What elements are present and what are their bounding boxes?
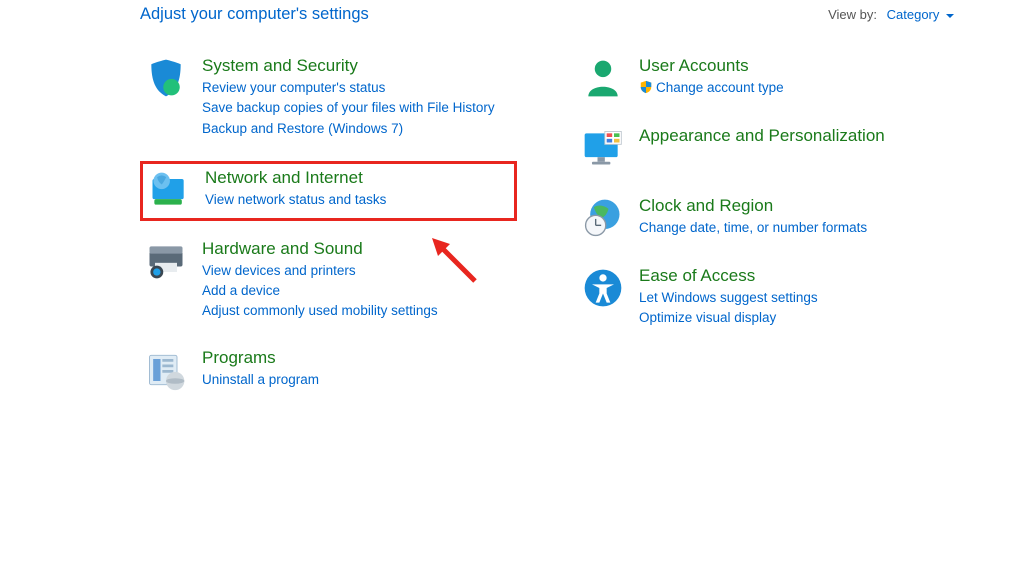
chevron-down-icon — [946, 14, 954, 18]
uac-shield-icon — [639, 80, 653, 94]
category-title[interactable]: Ease of Access — [639, 266, 818, 286]
category-network-internet: Network and Internet View network status… — [140, 161, 517, 221]
category-link[interactable]: Let Windows suggest settings — [639, 288, 818, 308]
network-icon — [147, 168, 191, 212]
category-link[interactable]: View network status and tasks — [205, 190, 386, 210]
viewby-label: View by: — [828, 7, 877, 22]
category-link[interactable]: Save backup copies of your files with Fi… — [202, 98, 495, 118]
printer-icon — [144, 239, 188, 283]
category-link[interactable]: Review your computer's status — [202, 78, 495, 98]
user-icon — [581, 56, 625, 100]
programs-icon — [144, 348, 188, 392]
category-link[interactable]: Backup and Restore (Windows 7) — [202, 119, 495, 139]
category-link[interactable]: View devices and printers — [202, 261, 438, 281]
category-link[interactable]: Optimize visual display — [639, 308, 818, 328]
category-link[interactable]: Add a device — [202, 281, 438, 301]
category-title[interactable]: Hardware and Sound — [202, 239, 438, 259]
viewby-control[interactable]: View by: Category — [828, 7, 954, 22]
category-link[interactable]: Change date, time, or number formats — [639, 218, 867, 238]
category-title[interactable]: Appearance and Personalization — [639, 126, 885, 146]
category-title[interactable]: User Accounts — [639, 56, 784, 76]
category-link[interactable]: Adjust commonly used mobility settings — [202, 301, 438, 321]
category-title[interactable]: Clock and Region — [639, 196, 867, 216]
category-appearance: Appearance and Personalization — [577, 122, 954, 174]
category-programs: Programs Uninstall a program — [140, 344, 517, 396]
accessibility-icon — [581, 266, 625, 310]
category-user-accounts: User Accounts Change account type — [577, 52, 954, 104]
monitor-icon — [581, 126, 625, 170]
link-text: Change account type — [656, 80, 784, 95]
globe-clock-icon — [581, 196, 625, 240]
viewby-value[interactable]: Category — [887, 7, 940, 22]
category-link[interactable]: Uninstall a program — [202, 370, 319, 390]
category-system-security: System and Security Review your computer… — [140, 52, 517, 143]
category-title[interactable]: Network and Internet — [205, 168, 386, 188]
category-ease-of-access: Ease of Access Let Windows suggest setti… — [577, 262, 954, 333]
shield-icon — [144, 56, 188, 100]
category-title[interactable]: Programs — [202, 348, 319, 368]
category-link[interactable]: Change account type — [639, 78, 784, 98]
page-title: Adjust your computer's settings — [140, 5, 369, 24]
category-hardware-sound: Hardware and Sound View devices and prin… — [140, 235, 517, 326]
category-title[interactable]: System and Security — [202, 56, 495, 76]
category-clock-region: Clock and Region Change date, time, or n… — [577, 192, 954, 244]
